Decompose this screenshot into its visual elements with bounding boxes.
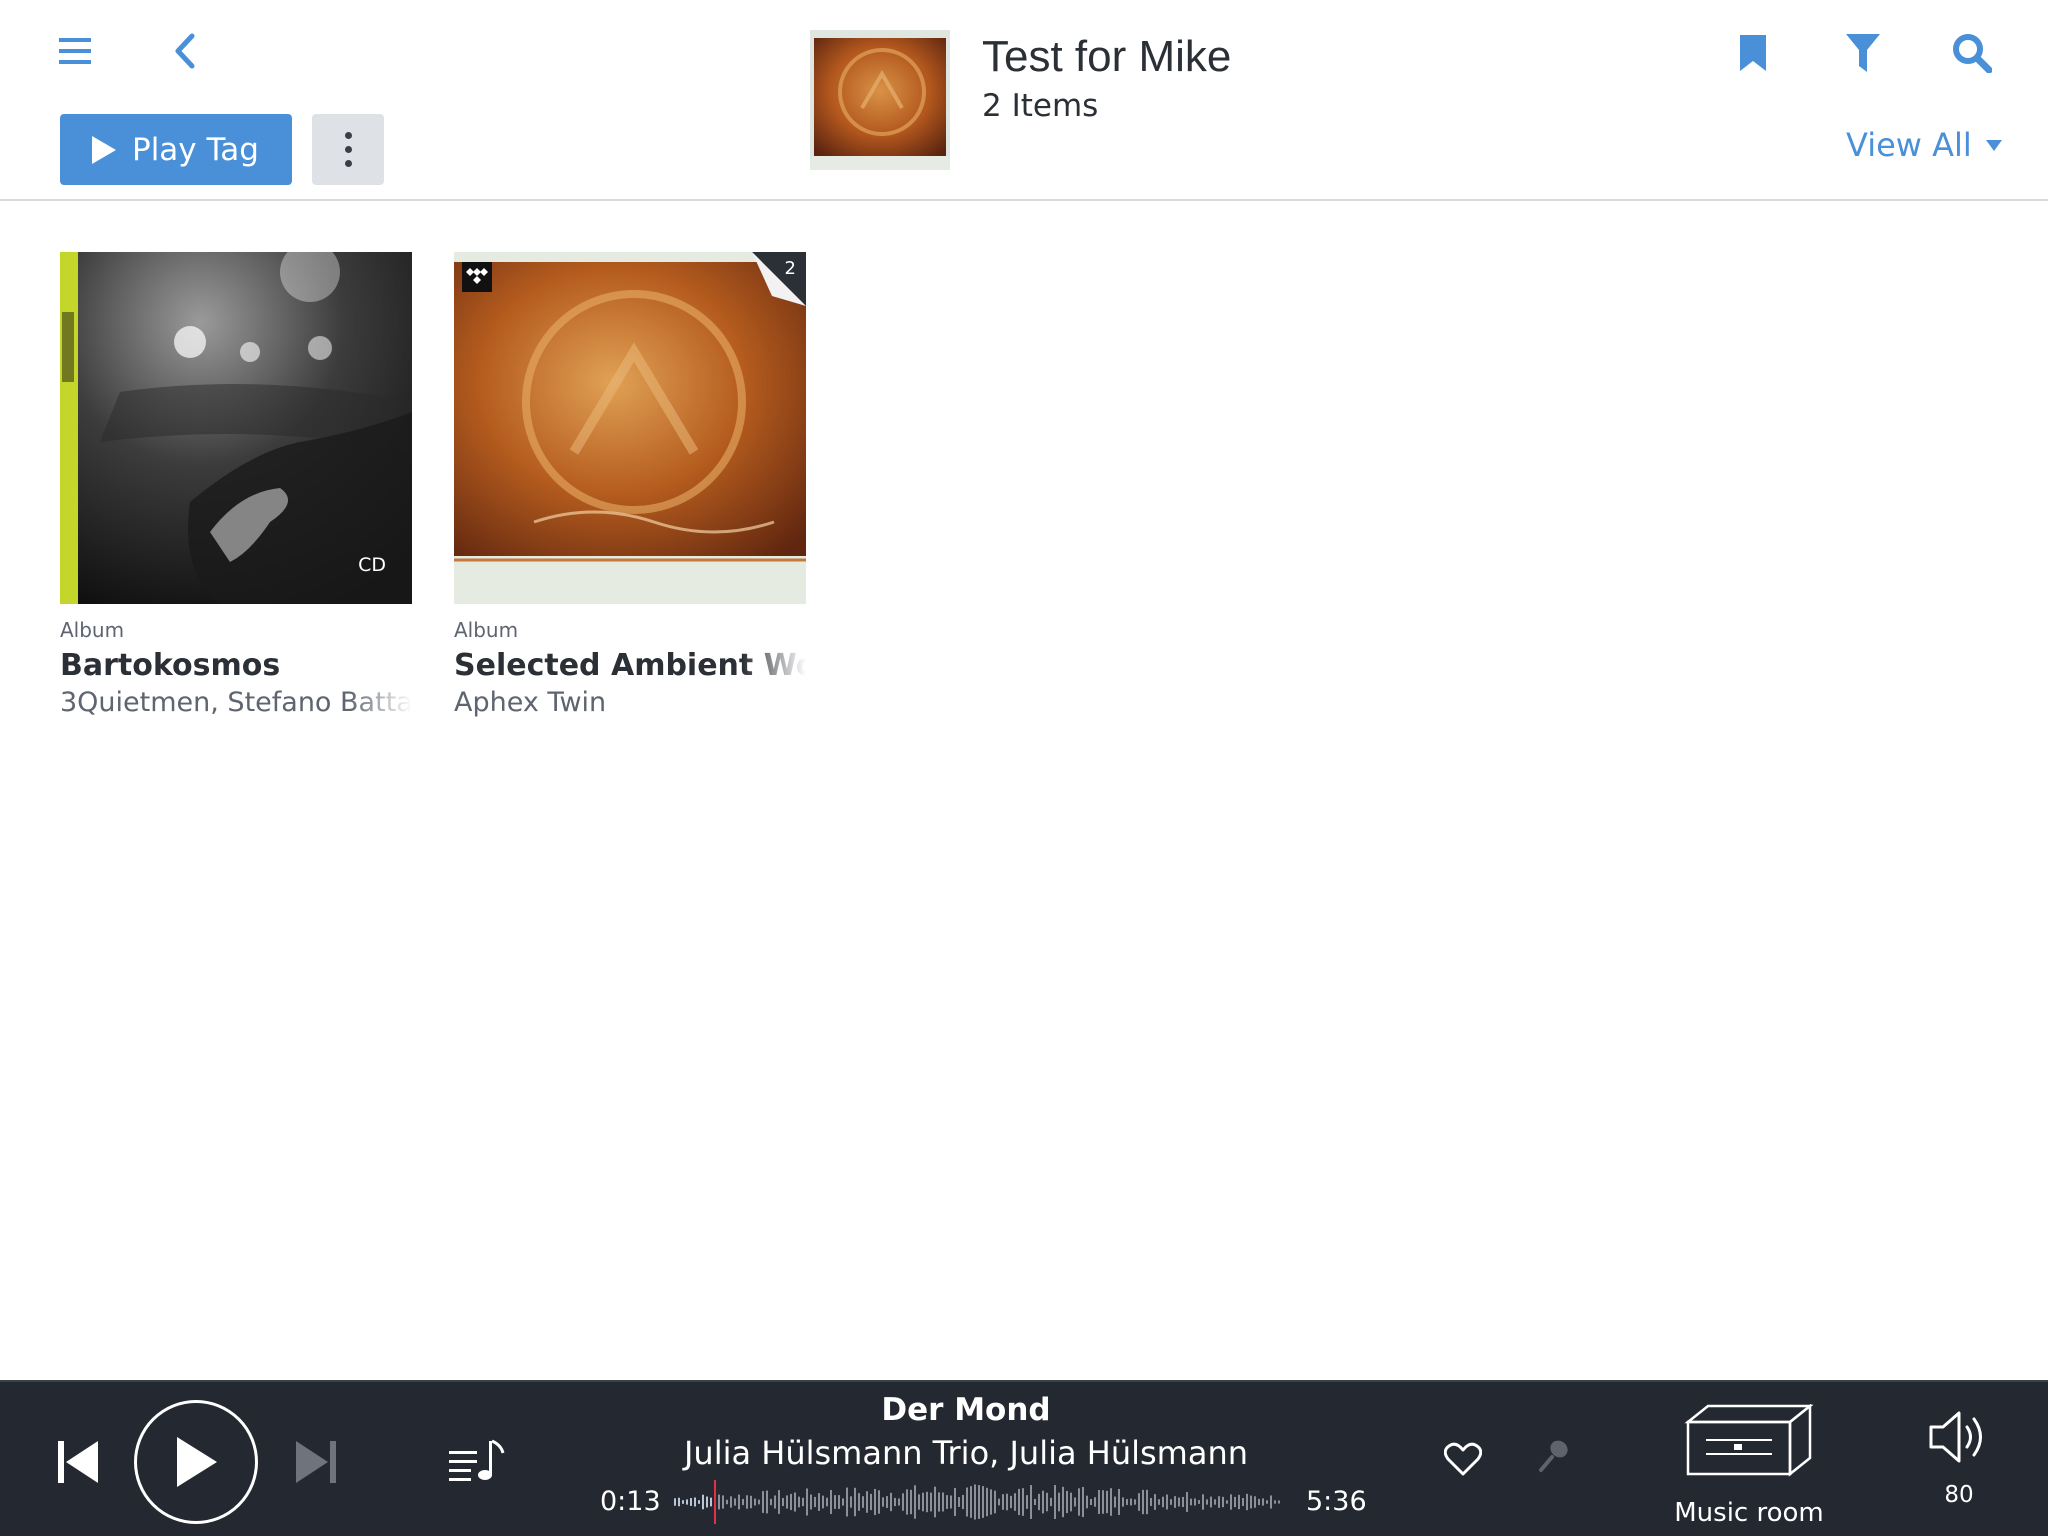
album-cover[interactable]: 2 <box>454 252 806 604</box>
album-type-label: Album <box>60 618 125 642</box>
tidal-icon <box>462 262 492 292</box>
chevron-down-icon <box>1985 139 2002 151</box>
tag-item-count: 2 Items <box>982 88 1099 124</box>
play-tag-label: Play Tag <box>132 131 259 168</box>
menu-icon[interactable] <box>52 28 98 74</box>
play-tag-button[interactable]: Play Tag <box>60 114 292 185</box>
play-icon <box>92 135 116 164</box>
more-vertical-icon[interactable] <box>312 114 384 185</box>
volume-icon[interactable] <box>1928 1406 1990 1468</box>
zone-device-icon[interactable] <box>1684 1404 1814 1480</box>
album-type-label: Album <box>454 618 519 642</box>
total-duration: 5:36 <box>1306 1486 1367 1517</box>
filter-icon[interactable] <box>1838 28 1888 78</box>
view-all-label: View All <box>1846 126 1972 164</box>
header-bar: Play Tag Test for Mike 2 Items View All <box>0 0 2048 201</box>
play-pause-button[interactable] <box>134 1400 258 1524</box>
album-artist[interactable]: Aphex Twin <box>454 687 806 718</box>
version-count-badge: 2 <box>784 258 796 279</box>
tag-title: Test for Mike <box>982 32 1232 81</box>
zone-name[interactable]: Music room <box>1664 1498 1834 1528</box>
album-title[interactable]: Bartokosmos <box>60 648 412 683</box>
album-artist[interactable]: 3Quietmen, Stefano Battaglia <box>60 687 412 718</box>
back-icon[interactable] <box>162 28 208 74</box>
album-cover[interactable]: CD <box>60 252 412 604</box>
play-icon <box>177 1437 217 1487</box>
search-icon[interactable] <box>1946 28 1998 78</box>
now-playing-bar: Der Mond Julia Hülsmann Trio, Julia Hüls… <box>0 1380 2048 1536</box>
heart-icon[interactable] <box>1440 1436 1486 1482</box>
queue-icon[interactable] <box>448 1434 506 1486</box>
album-card[interactable]: 2 Album Selected Ambient Works, Volume I… <box>454 252 806 718</box>
skip-next-icon[interactable] <box>292 1438 340 1486</box>
stack-corner-fold <box>752 252 806 306</box>
microphone-icon[interactable] <box>1534 1436 1574 1476</box>
skip-previous-icon[interactable] <box>54 1438 102 1486</box>
elapsed-time: 0:13 <box>600 1486 661 1517</box>
album-title[interactable]: Selected Ambient Works, Volume II <box>454 648 806 683</box>
playhead-marker[interactable] <box>714 1480 716 1524</box>
track-artist[interactable]: Julia Hülsmann Trio, Julia Hülsmann <box>666 1434 1266 1472</box>
tag-browser-page: Play Tag Test for Mike 2 Items View All … <box>0 0 2048 1536</box>
bookmark-icon[interactable] <box>1730 28 1776 78</box>
seek-waveform[interactable] <box>672 1480 1286 1524</box>
cd-badge: CD <box>358 554 386 576</box>
tag-cover-art <box>810 30 950 170</box>
album-card[interactable]: CD Album Bartokosmos 3Quietmen, Stefano … <box>60 252 412 718</box>
volume-level: 80 <box>1944 1482 1974 1508</box>
view-all-dropdown[interactable]: View All <box>1846 126 2002 164</box>
track-title: Der Mond <box>881 1392 1051 1428</box>
